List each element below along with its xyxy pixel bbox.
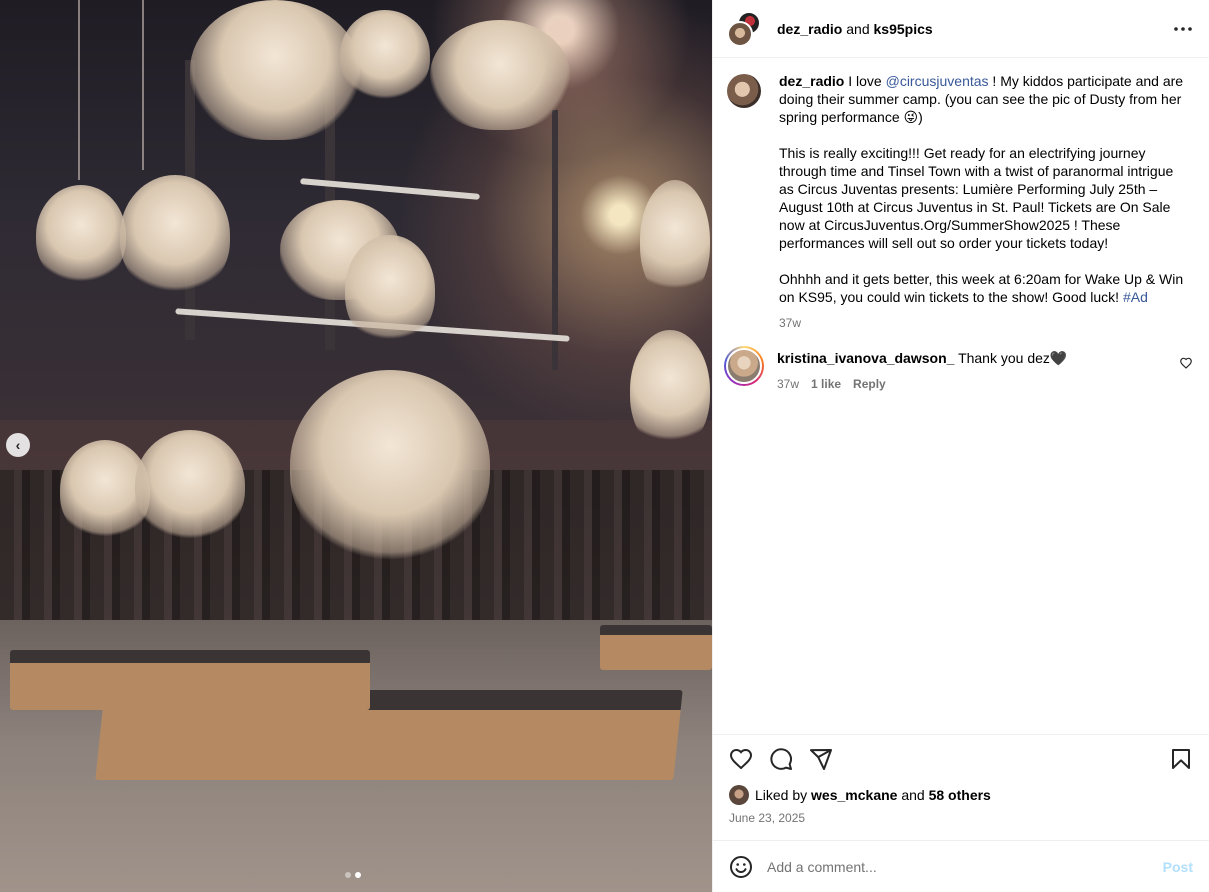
photo-performer: [345, 235, 435, 345]
comment-likes-link[interactable]: 1 like: [811, 375, 841, 393]
avatar: [729, 785, 749, 805]
photo-performer: [430, 20, 570, 130]
photo-crash-mat: [10, 650, 370, 710]
authors-joiner: and: [846, 20, 870, 37]
caption-username-link[interactable]: dez_radio: [779, 73, 844, 89]
liked-by-user-link[interactable]: wes_mckane: [811, 787, 897, 803]
comment-item: kristina_ivanova_dawson_ Thank you dez🖤 …: [724, 346, 1193, 393]
carousel-previous-button[interactable]: ‹: [6, 433, 30, 457]
carousel-dot: [345, 872, 351, 878]
caption-body: dez_radio I love @circusjuventas ! My ki…: [779, 72, 1191, 332]
post-action-bar: Liked by wes_mckane and 58 others June 2…: [713, 734, 1209, 840]
liked-by-joiner: and: [901, 787, 925, 803]
instagram-post: ‹ dez_radio and ks95pics dez_radio I lov…: [0, 0, 1209, 892]
comment-input[interactable]: [767, 858, 1163, 875]
comment-reply-button[interactable]: Reply: [853, 375, 886, 393]
story-ring-avatar[interactable]: [724, 346, 764, 386]
post-header: dez_radio and ks95pics: [713, 0, 1209, 58]
emoji-icon[interactable]: [729, 855, 753, 879]
comment-text: Thank you dez🖤: [958, 350, 1068, 366]
carousel-dot-active: [355, 872, 361, 878]
comment-body: kristina_ivanova_dawson_ Thank you dez🖤 …: [777, 346, 1177, 393]
more-options-icon[interactable]: [1171, 17, 1195, 41]
mention-link[interactable]: @circusjuventas: [886, 73, 989, 89]
liked-by-prefix: Liked by: [755, 787, 808, 803]
comment-age[interactable]: 37w: [777, 375, 799, 393]
comment-username-link[interactable]: kristina_ivanova_dawson_: [777, 350, 954, 366]
comment-composer: Post: [713, 840, 1209, 892]
avatar: [726, 348, 762, 384]
avatar: [727, 20, 753, 47]
caption-age[interactable]: 37w: [779, 314, 1191, 332]
heart-icon[interactable]: [1179, 356, 1193, 370]
photo-performer: [630, 330, 710, 450]
photo-performer: [340, 10, 430, 100]
liked-by: Liked by wes_mckane and 58 others: [729, 785, 1193, 805]
bookmark-icon[interactable]: [1169, 747, 1193, 771]
post-authors: dez_radio and ks95pics: [777, 21, 1171, 37]
author-username-link[interactable]: ks95pics: [874, 21, 933, 37]
collab-avatars[interactable]: [727, 10, 763, 47]
photo-trapeze-rope: [552, 110, 558, 370]
caption-text: I love: [848, 73, 882, 89]
carousel-dots: [345, 872, 361, 878]
avatar[interactable]: [727, 74, 761, 108]
caption-paragraph: Ohhhh and it gets better, this week at 6…: [779, 270, 1191, 306]
post-side-panel: dez_radio and ks95pics dez_radio I love …: [712, 0, 1209, 892]
chevron-left-icon: ‹: [15, 437, 21, 453]
comment-actions: 37w 1 like Reply: [777, 375, 1177, 393]
heart-icon[interactable]: [729, 747, 753, 771]
likes-count-link[interactable]: 58 others: [929, 787, 991, 803]
share-icon[interactable]: [809, 747, 833, 771]
photo-performer: [120, 175, 230, 295]
post-date[interactable]: June 23, 2025: [729, 811, 1193, 825]
photo-rope: [78, 0, 80, 180]
photo-performer: [36, 185, 126, 285]
photo-performer: [290, 370, 490, 560]
post-caption: dez_radio I love @circusjuventas ! My ki…: [727, 72, 1193, 332]
comment-icon[interactable]: [769, 747, 793, 771]
photo-performer: [190, 0, 360, 140]
photo-performer: [640, 180, 710, 300]
author-username-link[interactable]: dez_radio: [777, 21, 842, 37]
post-photo[interactable]: ‹: [0, 0, 712, 892]
action-icons: [729, 747, 1193, 771]
photo-performer: [135, 430, 245, 540]
caption-paragraph: This is really exciting!!! Get ready for…: [779, 145, 1174, 251]
post-comment-button[interactable]: Post: [1163, 859, 1193, 875]
comments-section[interactable]: dez_radio I love @circusjuventas ! My ki…: [713, 58, 1209, 734]
photo-crash-mat: [600, 625, 712, 670]
photo-rope: [142, 0, 144, 170]
hashtag-link[interactable]: #Ad: [1123, 289, 1148, 305]
